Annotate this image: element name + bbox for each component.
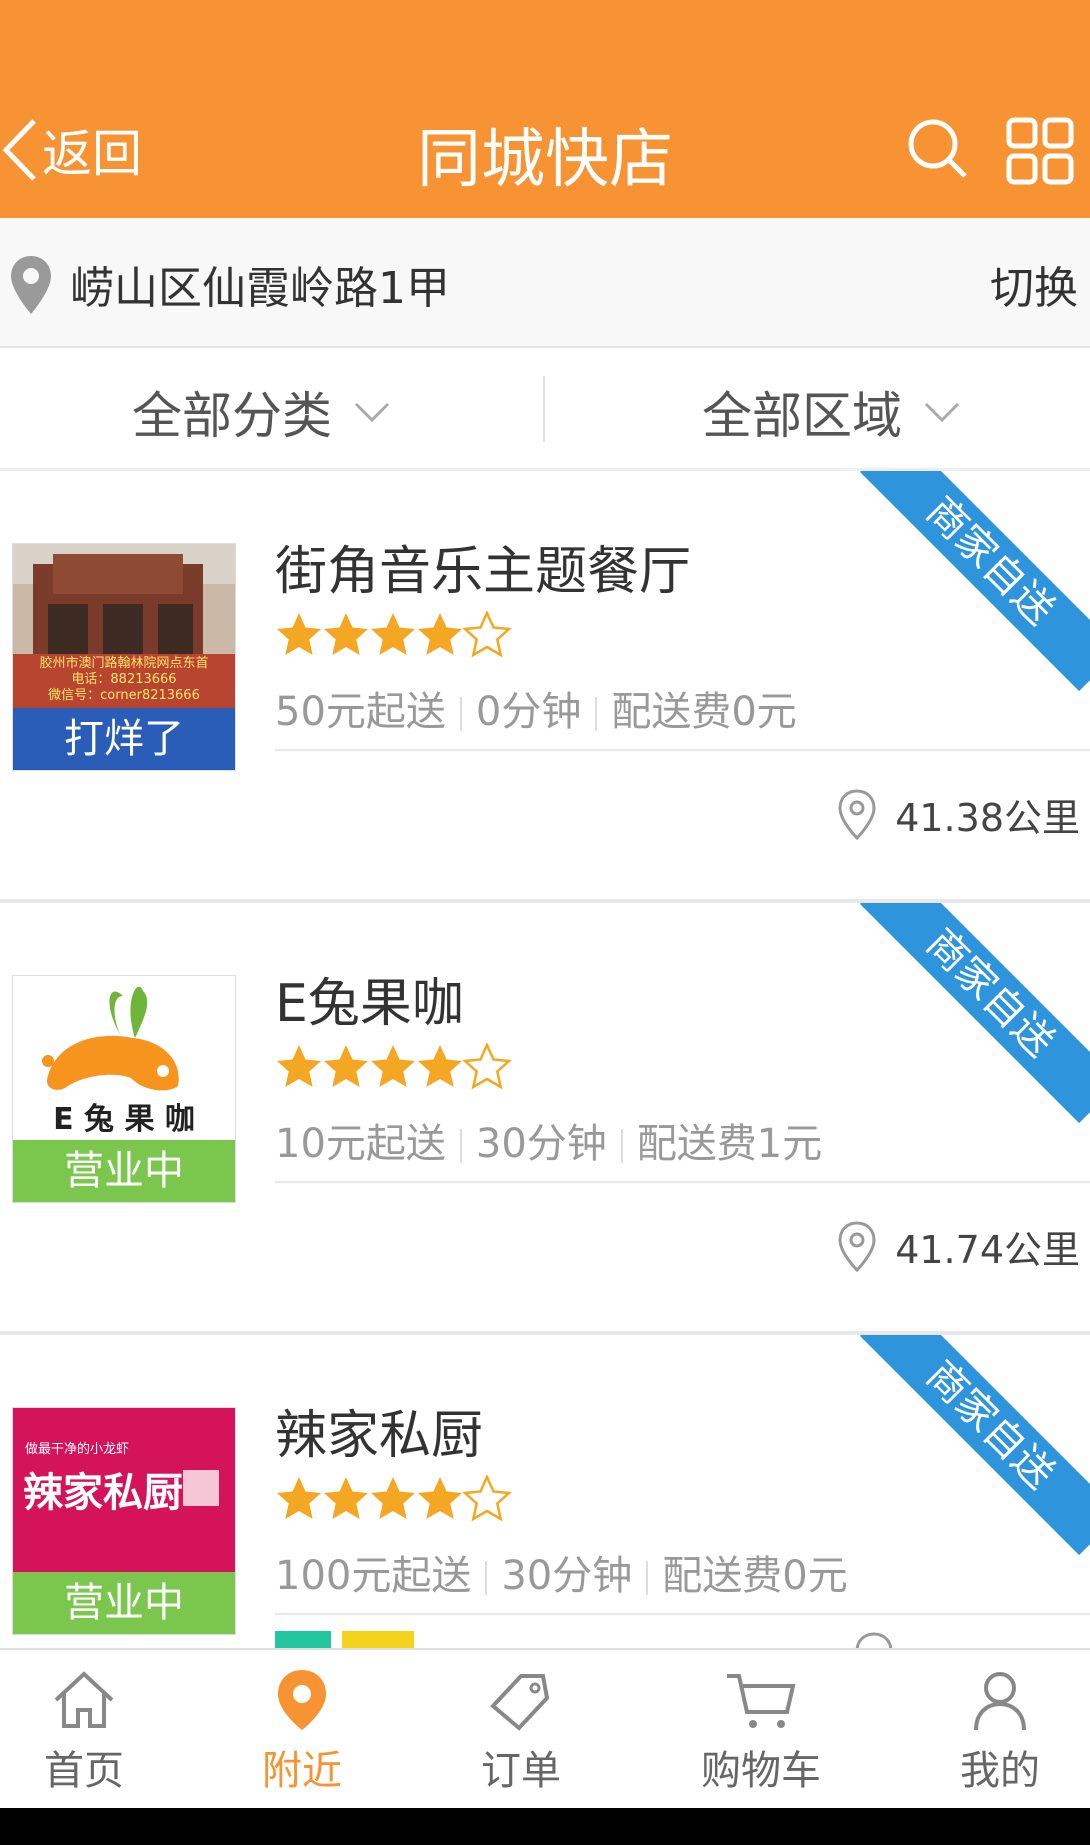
logo-text-line: 胶州市澳门路翰林院网点东首 <box>39 656 209 671</box>
shop-meta: 10元起送 30分钟 配送费1元 <box>275 1111 822 1169</box>
grid-menu-icon <box>1006 117 1074 185</box>
min-order: 10元起送 <box>275 1121 446 1167</box>
promo-tag <box>342 1631 414 1648</box>
min-order: 50元起送 <box>275 689 446 735</box>
location-pin-outline-icon <box>838 788 876 840</box>
star-filled-icon <box>418 1477 462 1519</box>
promo-tag <box>275 1631 331 1648</box>
nav-nearby-label: 附近 <box>262 1748 342 1794</box>
logo-text-line: 辣家私厨 <box>23 1469 183 1516</box>
shop-name: 辣家私厨 <box>275 1406 484 1466</box>
chevron-down-icon <box>354 402 390 423</box>
star-filled-icon <box>371 613 415 655</box>
grid-menu-button[interactable] <box>1005 116 1075 190</box>
logo-text-line: 微信号：corner8213666 <box>48 688 200 703</box>
home-icon <box>54 1671 114 1728</box>
delivery-time: 30分钟 <box>475 1121 607 1167</box>
star-empty-icon <box>462 611 512 658</box>
rating-stars <box>275 611 515 659</box>
chevron-down-icon <box>924 402 960 423</box>
search-icon <box>908 119 967 178</box>
shop-name: E兔果咖 <box>275 974 464 1034</box>
rating-stars <box>275 1043 515 1091</box>
shop-meta: 50元起送 0分钟 配送费0元 <box>275 679 797 737</box>
star-filled-icon <box>371 1477 415 1519</box>
shop-meta: 100元起送 30分钟 配送费0元 <box>275 1543 848 1601</box>
tag-icon <box>490 1674 550 1731</box>
shop-card[interactable]: 做最干净的小龙虾 辣家私厨 营业中 辣家私厨 100元起送 30分钟 配送费0元 商… <box>0 1335 1090 1648</box>
star-filled-icon <box>371 1045 415 1087</box>
category-filter[interactable]: 全部分类 <box>132 376 392 448</box>
status-badge: 营业中 <box>13 1140 235 1202</box>
nav-nearby[interactable]: 附近 <box>202 1668 402 1796</box>
status-badge: 打烊了 <box>13 708 235 770</box>
star-filled-icon <box>277 613 321 655</box>
nav-profile[interactable]: 我的 <box>900 1668 1090 1796</box>
star-filled-icon <box>324 613 368 655</box>
star-filled-icon <box>324 1045 368 1087</box>
logo-text-line: 电话：88213666 <box>71 672 177 687</box>
distance-value: 41.38公里 <box>895 796 1080 840</box>
star-filled-icon <box>418 1045 462 1087</box>
logo-text-line: 做最干净的小龙虾 <box>25 1442 130 1457</box>
location-marker-icon <box>8 254 54 320</box>
location-pin-outline-icon <box>852 1631 896 1648</box>
delivery-time: 30分钟 <box>501 1553 633 1599</box>
star-filled-icon <box>277 1045 321 1087</box>
nav-cart-label: 购物车 <box>701 1748 821 1794</box>
star-filled-icon <box>418 613 462 655</box>
filter-divider <box>543 376 545 442</box>
shop-card[interactable]: 胶州市澳门路翰林院网点东首 电话：88213666 微信号：corner8213… <box>0 471 1090 899</box>
self-delivery-ribbon: 商家自送 <box>859 903 1090 1124</box>
search-button[interactable] <box>905 116 971 186</box>
star-empty-icon <box>462 1475 512 1522</box>
nav-profile-label: 我的 <box>960 1748 1040 1794</box>
category-filter-label: 全部分类 <box>132 387 332 445</box>
shop-logo: 胶州市澳门路翰林院网点东首 电话：88213666 微信号：corner8213… <box>12 543 236 771</box>
distance: 41.38公里 <box>835 787 1080 842</box>
nav-orders-label: 订单 <box>481 1748 561 1794</box>
region-filter-label: 全部区域 <box>702 387 902 445</box>
rating-stars <box>275 1475 515 1523</box>
location-pin-icon <box>278 1670 326 1730</box>
cart-icon <box>727 1674 796 1728</box>
status-badge: 营业中 <box>13 1572 235 1634</box>
user-icon <box>974 1672 1026 1731</box>
star-empty-icon <box>462 1043 512 1090</box>
delivery-time: 0分钟 <box>475 689 582 735</box>
min-order: 100元起送 <box>275 1553 472 1599</box>
delivery-fee: 配送费0元 <box>611 689 797 735</box>
shop-logo: 做最干净的小龙虾 辣家私厨 营业中 <box>12 1407 236 1635</box>
delivery-fee: 配送费1元 <box>636 1121 823 1167</box>
system-bar <box>0 1808 1090 1845</box>
self-delivery-ribbon: 商家自送 <box>859 471 1090 692</box>
distance-value: 41.74公里 <box>895 1228 1080 1272</box>
card-divider <box>275 749 1090 751</box>
location-pin-outline-icon <box>838 1220 876 1272</box>
nav-orders[interactable]: 订单 <box>421 1668 621 1796</box>
current-address: 崂山区仙霞岭路1甲 <box>70 263 450 314</box>
self-delivery-ribbon: 商家自送 <box>859 1335 1090 1556</box>
star-filled-icon <box>277 1477 321 1519</box>
shop-card[interactable]: E 兔 果 咖 营业中 E兔果咖 10元起送 30分钟 配送费1元 41.74公里 … <box>0 903 1090 1331</box>
logo-text-line: E 兔 果 咖 <box>53 1102 195 1137</box>
card-divider <box>275 1613 1090 1615</box>
distance: 41.74公里 <box>835 1219 1080 1274</box>
nav-cart[interactable]: 购物车 <box>661 1668 861 1796</box>
switch-address-button[interactable]: 切换 <box>990 252 1078 316</box>
shop-name: 街角音乐主题餐厅 <box>275 542 692 602</box>
nav-home[interactable]: 首页 <box>0 1668 184 1796</box>
nav-home-label: 首页 <box>44 1748 124 1794</box>
delivery-fee: 配送费0元 <box>662 1553 848 1599</box>
region-filter[interactable]: 全部区域 <box>702 376 962 448</box>
star-filled-icon <box>324 1477 368 1519</box>
shop-logo: E 兔 果 咖 营业中 <box>12 975 236 1203</box>
card-divider <box>275 1181 1090 1183</box>
